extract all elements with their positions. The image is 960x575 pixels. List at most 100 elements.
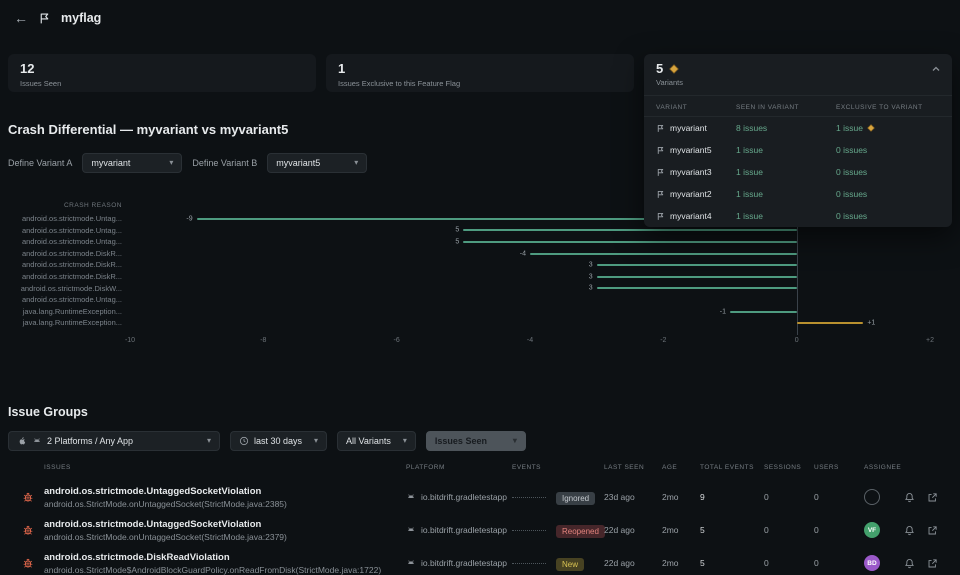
variant-b-select[interactable]: myvariant5 ▾ xyxy=(267,153,368,173)
chart-bar-label: +1 xyxy=(867,319,876,327)
variant-flag-icon xyxy=(656,168,665,177)
issue-row: android.os.strictmode.DiskReadViolation … xyxy=(8,547,952,575)
chart-bar-label: -4 xyxy=(519,250,526,258)
android-icon xyxy=(406,558,416,568)
chart-bar xyxy=(463,240,797,243)
status-badge: Ignored xyxy=(556,492,596,506)
age: 2mo xyxy=(662,492,679,503)
chart-x-tick: -10 xyxy=(124,336,136,344)
age: 2mo xyxy=(662,525,679,536)
exclusive-to-variant-link[interactable]: 0 issues xyxy=(836,167,940,177)
chart-bar-row: 3 xyxy=(130,259,930,271)
issue-title-link[interactable]: android.os.strictmode.DiskReadViolation xyxy=(44,552,392,563)
issue-title-link[interactable]: android.os.strictmode.UntaggedSocketViol… xyxy=(44,519,392,530)
bell-icon[interactable] xyxy=(904,525,915,536)
total-events: 5 xyxy=(700,525,705,536)
chart-bar-row xyxy=(130,294,930,306)
avatar[interactable]: BD xyxy=(864,555,880,572)
variant-diamond-icon xyxy=(867,124,875,132)
avatar[interactable] xyxy=(864,489,880,506)
variant-diamond-header-icon xyxy=(669,63,679,74)
status-badge: Reopened xyxy=(556,525,605,539)
seen-in-variant-link[interactable]: 8 issues xyxy=(736,123,836,133)
variant-flag-icon xyxy=(656,146,665,155)
chart-bar xyxy=(463,229,797,232)
avatar[interactable]: VF xyxy=(864,522,880,539)
events-sparkline xyxy=(512,496,546,498)
variant-row: myvariant 8 issues 1 issue xyxy=(644,117,952,139)
chevron-down-icon: ▾ xyxy=(314,435,319,445)
exclusive-to-variant-link[interactable]: 0 issues xyxy=(836,189,940,199)
status-badge: New xyxy=(556,558,585,572)
variants-panel: 5 Variants Variant Seen in variant Exclu… xyxy=(644,54,952,227)
seen-in-variant-link[interactable]: 1 issue xyxy=(736,189,836,199)
platforms-filter[interactable]: 2 Platforms / Any App ▾ xyxy=(8,430,220,451)
variant-flag-icon xyxy=(656,190,665,199)
chart-bar xyxy=(596,275,797,278)
sessions: 0 xyxy=(764,492,769,503)
metric-filter[interactable]: Issues Seen ▾ xyxy=(425,430,526,451)
android-icon xyxy=(406,492,416,502)
chart-category-label: android.os.strictmode.Untag... xyxy=(21,237,122,247)
platform-name: io.bitdrift.gradletestapp xyxy=(421,558,507,569)
last-seen: 22d ago xyxy=(604,525,635,536)
chart-bar-label: 3 xyxy=(588,261,593,269)
chart-bar-row: -1 xyxy=(130,306,930,318)
page-title: myflag xyxy=(61,11,102,25)
bell-icon[interactable] xyxy=(904,492,915,503)
col-variant: Variant xyxy=(656,104,688,111)
exclusive-to-variant-link[interactable]: 0 issues xyxy=(836,145,940,155)
chart-x-tick: -2 xyxy=(660,336,667,344)
feature-flag-icon xyxy=(38,12,51,25)
variants-table-body: myvariant 8 issues 1 issue myvariant5 1 … xyxy=(644,117,952,227)
exclusive-issues-value: 1 xyxy=(338,61,346,76)
chart-x-tick: -8 xyxy=(260,336,267,344)
chart-x-tick: -4 xyxy=(526,336,534,344)
variants-filter[interactable]: All Variants ▾ xyxy=(337,430,416,451)
open-in-new-icon[interactable] xyxy=(927,558,938,569)
col-platform: Platform xyxy=(406,464,445,472)
variant-name: myvariant4 xyxy=(670,211,712,221)
variant-row: myvariant5 1 issue 0 issues xyxy=(644,139,952,161)
variant-row: myvariant2 1 issue 0 issues xyxy=(644,183,952,205)
platform-name: io.bitdrift.gradletestapp xyxy=(421,525,507,536)
exclusive-issues-label: Issues Exclusive to this Feature Flag xyxy=(338,79,461,88)
variants-count: 5 xyxy=(656,61,664,76)
issues-seen-value: 12 xyxy=(20,61,35,76)
open-in-new-icon[interactable] xyxy=(927,492,938,503)
open-in-new-icon[interactable] xyxy=(927,525,938,536)
platform-name: io.bitdrift.gradletestapp xyxy=(421,492,507,503)
chart-x-tick: -6 xyxy=(393,336,400,344)
time-range-filter[interactable]: last 30 days ▾ xyxy=(230,430,328,451)
last-seen: 23d ago xyxy=(604,492,635,503)
issues-table: Issues Platform Events Last Seen Age Tot… xyxy=(8,461,952,575)
sessions: 0 xyxy=(764,525,769,536)
seen-in-variant-link[interactable]: 1 issue xyxy=(736,211,836,221)
chart-bar-label: 5 xyxy=(455,226,460,234)
chevron-up-icon[interactable] xyxy=(930,63,942,75)
variant-a-select[interactable]: myvariant ▾ xyxy=(82,153,183,173)
chart-bar xyxy=(530,252,797,255)
exclusive-to-variant-link[interactable]: 1 issue xyxy=(836,123,940,133)
col-age: Age xyxy=(662,464,678,472)
stat-card-exclusive-issues: 1 Issues Exclusive to this Feature Flag xyxy=(326,54,634,92)
chart-bar-row: +1 xyxy=(130,317,930,329)
variants-label: Variants xyxy=(656,78,683,87)
variant-name: myvariant2 xyxy=(670,189,712,199)
seen-in-variant-link[interactable]: 1 issue xyxy=(736,167,836,177)
exclusive-to-variant-link[interactable]: 0 issues xyxy=(836,211,940,221)
chart-category-label: android.os.strictmode.Untag... xyxy=(21,295,122,305)
chart-category-label: android.os.strictmode.DiskR... xyxy=(21,260,122,270)
stats-row: 12 Issues Seen 1 Issues Exclusive to thi… xyxy=(8,54,952,227)
back-button[interactable]: ← xyxy=(14,11,28,25)
chart-bar-row: 5 xyxy=(130,236,930,248)
chart-bar-row: -4 xyxy=(130,248,930,260)
bell-icon[interactable] xyxy=(904,558,915,569)
variants-table-header: Variant Seen in variant Exclusive to var… xyxy=(644,96,952,117)
issue-title-link[interactable]: android.os.strictmode.UntaggedSocketViol… xyxy=(44,486,392,497)
seen-in-variant-link[interactable]: 1 issue xyxy=(736,145,836,155)
issue-groups-title: Issue Groups xyxy=(8,404,88,419)
chart-bar-row: 3 xyxy=(130,283,930,295)
chevron-down-icon: ▾ xyxy=(512,435,517,445)
platforms-filter-value: 2 Platforms / Any App xyxy=(47,435,134,446)
